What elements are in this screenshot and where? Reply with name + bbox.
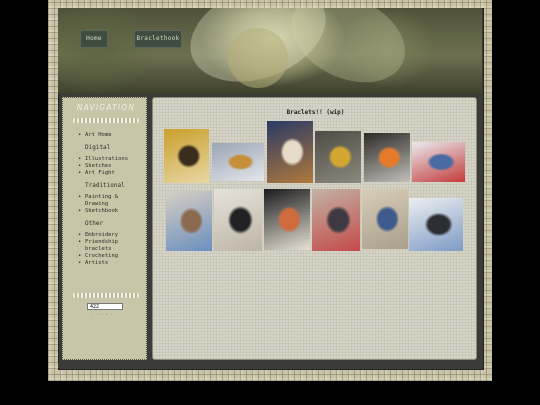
- nav-link-illustrations[interactable]: Illustrations: [77, 156, 143, 163]
- photo-skull-bracelet[interactable]: [214, 189, 262, 251]
- photo-keychain-on-desk[interactable]: [212, 143, 264, 181]
- photo-hanging-charm-white[interactable]: [409, 198, 463, 251]
- nav-link-crocheting[interactable]: Crocheting: [77, 253, 143, 260]
- nav-section-traditional: Traditional: [85, 182, 125, 189]
- nav-link-embroidery[interactable]: Embroidery: [77, 232, 143, 239]
- photo-cat-charm-dark[interactable]: [264, 189, 310, 250]
- photo-beaded-charm-gravel[interactable]: [315, 131, 361, 183]
- header-banner: Home Braclethook: [58, 8, 482, 94]
- home-button[interactable]: Home: [80, 30, 108, 48]
- page-title: Braclets!! (wip): [286, 109, 345, 116]
- photo-keychain-yellow-bag[interactable]: [164, 129, 209, 183]
- counter-caption: · · · · ·: [91, 312, 113, 317]
- nav-section-other: Other: [85, 220, 104, 227]
- photo-blue-bracelet-bed[interactable]: [362, 189, 408, 249]
- nav-link-art-fight[interactable]: Art Fight: [77, 170, 143, 177]
- nav-divider-bottom: [73, 293, 139, 298]
- nav-list: Art Home Digital IllustrationsSketchesArt …: [77, 132, 143, 267]
- nav-link-art-home[interactable]: Art Home: [77, 132, 143, 139]
- nav-link-artists[interactable]: Artists: [77, 260, 143, 267]
- braclethook-button[interactable]: Braclethook: [134, 30, 182, 48]
- photo-bracelet-on-arm[interactable]: [312, 189, 360, 251]
- nav-link-sketchbook[interactable]: Sketchbook: [77, 208, 143, 215]
- photo-long-bracelet-white[interactable]: [412, 142, 465, 182]
- navigation-sidebar: NAVIGATION Art HomeDigitalIllustrationsS…: [62, 97, 147, 360]
- banner-figure: [228, 28, 288, 88]
- nav-link-sketches[interactable]: Sketches: [77, 163, 143, 170]
- nav-section-digital: Digital: [85, 144, 111, 151]
- hit-counter: 422: [87, 303, 123, 310]
- nav-link-painting-drawing[interactable]: Painting & Drawing: [77, 194, 143, 208]
- photo-hanging-pattern-portrait[interactable]: [267, 121, 313, 183]
- nav-divider-top: [73, 118, 139, 123]
- nav-link-friendship-braclets[interactable]: Friendship braclets: [77, 239, 143, 253]
- photo-orange-charm-dark[interactable]: [364, 133, 410, 182]
- navigation-title: NAVIGATION: [76, 103, 136, 112]
- main-content: Braclets!! (wip): [152, 97, 477, 360]
- photo-bracelet-cat[interactable]: [166, 191, 212, 251]
- footer-strip: [58, 363, 482, 368]
